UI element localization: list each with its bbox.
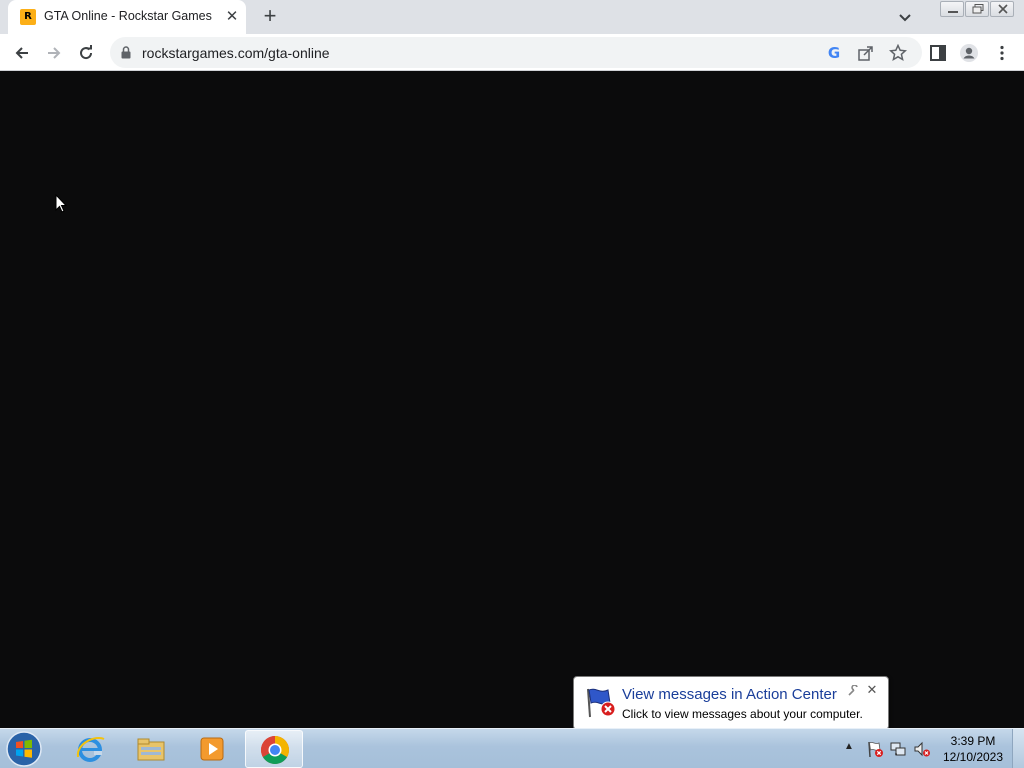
notification-close-button[interactable]: ✕ bbox=[865, 683, 879, 697]
clock-date: 12/10/2023 bbox=[942, 750, 1004, 764]
forward-button[interactable] bbox=[40, 39, 68, 67]
wrench-icon[interactable] bbox=[848, 684, 859, 699]
bookmark-star-icon bbox=[888, 43, 908, 62]
taskbar-internet-explorer[interactable] bbox=[61, 730, 119, 768]
internet-explorer-icon bbox=[76, 737, 105, 762]
side-panel-icon bbox=[930, 45, 946, 61]
window-controls bbox=[939, 1, 1014, 17]
action-center-flag-icon bbox=[587, 688, 616, 718]
share-icon bbox=[858, 46, 873, 61]
chrome-icon bbox=[261, 736, 289, 764]
browser-toolbar: rockstargames.com/gta-online G bbox=[0, 34, 1024, 71]
clock-time: 3:39 PM bbox=[950, 734, 996, 748]
minimize-icon bbox=[948, 11, 958, 13]
action-center-notification[interactable]: View messages in Action Center Click to … bbox=[573, 676, 889, 730]
new-tab-button[interactable]: + bbox=[258, 5, 282, 29]
system-clock[interactable]: 3:39 PM 12/10/2023 bbox=[940, 733, 1006, 765]
chevron-down-icon bbox=[899, 14, 911, 22]
minimize-button[interactable] bbox=[940, 1, 964, 17]
tab-close-button[interactable]: ✕ bbox=[222, 7, 242, 27]
back-button[interactable] bbox=[8, 39, 36, 67]
restore-button[interactable] bbox=[965, 1, 989, 17]
taskbar-file-explorer[interactable] bbox=[122, 730, 180, 768]
windows-orb-icon bbox=[6, 731, 42, 767]
network-tray-icon[interactable] bbox=[889, 740, 907, 758]
close-icon bbox=[998, 4, 1008, 14]
reload-button[interactable] bbox=[72, 39, 100, 67]
action-center-tray-icon[interactable] bbox=[866, 740, 884, 758]
start-button[interactable] bbox=[5, 730, 47, 768]
bookmark-button[interactable] bbox=[888, 43, 908, 62]
profile-icon bbox=[960, 44, 978, 62]
side-panel-button[interactable] bbox=[924, 39, 952, 67]
forward-icon bbox=[48, 47, 61, 59]
restore-icon bbox=[972, 4, 984, 14]
lock-icon[interactable] bbox=[121, 46, 131, 59]
tab-title: GTA Online - Rockstar Games bbox=[44, 9, 212, 23]
volume-muted-icon[interactable] bbox=[913, 740, 931, 758]
wrench-glyph-icon bbox=[848, 684, 858, 696]
address-url[interactable]: rockstargames.com/gta-online bbox=[142, 45, 330, 61]
browser-tab[interactable]: R GTA Online - Rockstar Games ✕ bbox=[8, 0, 246, 34]
reload-icon bbox=[80, 45, 93, 60]
close-window-button[interactable] bbox=[990, 1, 1014, 17]
notification-text[interactable]: Click to view messages about your comput… bbox=[622, 707, 863, 721]
tab-strip: R GTA Online - Rockstar Games ✕ + bbox=[0, 0, 1024, 34]
notification-title[interactable]: View messages in Action Center bbox=[622, 686, 837, 703]
media-player-icon bbox=[200, 737, 224, 761]
rockstar-logo-icon: R bbox=[20, 9, 36, 25]
page-content[interactable] bbox=[0, 71, 1024, 728]
show-desktop-button[interactable] bbox=[1012, 729, 1024, 768]
mouse-cursor-icon bbox=[55, 194, 67, 213]
profile-button[interactable] bbox=[955, 39, 983, 67]
show-hidden-icons-button[interactable]: ▲ bbox=[844, 741, 854, 752]
back-icon bbox=[15, 47, 28, 59]
address-bar[interactable]: rockstargames.com/gta-online G bbox=[110, 37, 922, 68]
google-icon[interactable]: G bbox=[825, 44, 843, 62]
browser-menu-button[interactable] bbox=[988, 39, 1016, 67]
menu-icon bbox=[1000, 45, 1004, 61]
share-button[interactable] bbox=[857, 44, 875, 62]
file-explorer-icon bbox=[137, 738, 165, 761]
taskbar-media-player[interactable] bbox=[183, 730, 241, 768]
taskbar-chrome[interactable] bbox=[245, 730, 303, 768]
tab-search-button[interactable] bbox=[894, 6, 916, 28]
taskbar: ▲ 3:39 PM 12/10/2023 bbox=[0, 728, 1024, 768]
